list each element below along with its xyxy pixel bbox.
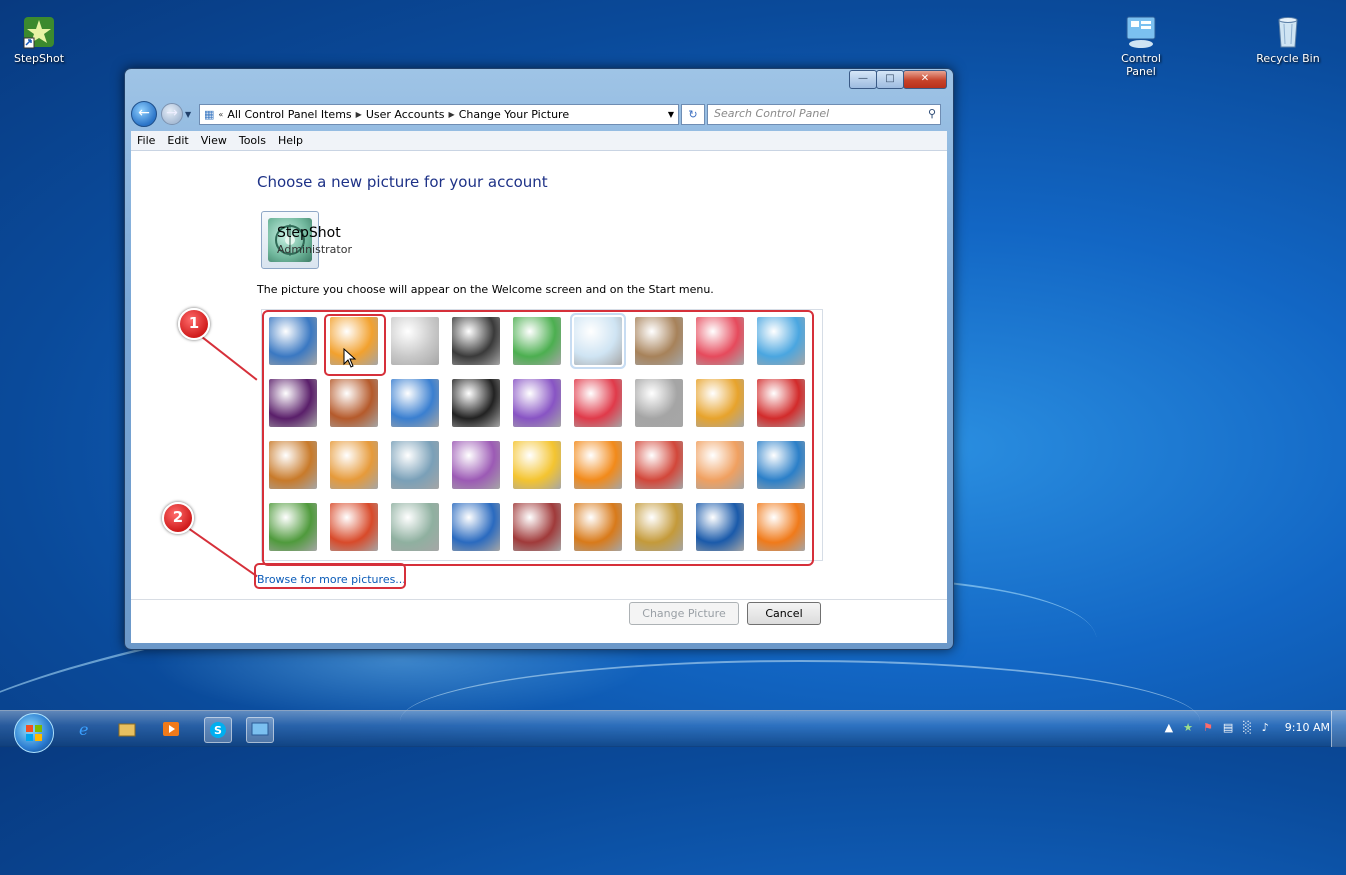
back-button[interactable]: ←	[131, 101, 157, 127]
page-title: Choose a new picture for your account	[257, 173, 548, 191]
menu-help[interactable]: Help	[272, 134, 309, 147]
account-role: Administrator	[277, 243, 352, 256]
picture-description: The picture you choose will appear on th…	[257, 283, 714, 296]
breadcrumb-all-control-panel-items[interactable]: All Control Panel Items	[223, 108, 355, 121]
desktop-icon-stepshot[interactable]: StepShot	[4, 14, 74, 65]
volume-icon[interactable]: ♪	[1262, 721, 1269, 734]
recycle-bin-icon	[1270, 14, 1306, 50]
menu-bar: File Edit View Tools Help	[131, 131, 947, 151]
close-button[interactable]: ✕	[903, 70, 947, 89]
media-player-icon[interactable]	[158, 717, 184, 741]
start-button[interactable]	[14, 713, 54, 753]
desktop-icon-control-panel[interactable]: Control Panel	[1106, 14, 1176, 78]
menu-view[interactable]: View	[195, 134, 233, 147]
control-panel-taskbar-icon[interactable]	[246, 717, 274, 743]
svg-text:e: e	[79, 720, 88, 739]
control-panel-icon: ▦	[204, 108, 215, 121]
change-picture-button[interactable]: Change Picture	[629, 602, 739, 625]
internet-explorer-icon[interactable]: e	[72, 717, 98, 741]
stepshot-icon	[21, 14, 57, 50]
desktop-icon-label: StepShot	[13, 52, 65, 65]
desktop-icon-label: Control Panel	[1121, 52, 1161, 78]
window-controls: — □ ✕	[849, 70, 947, 89]
annotation-marker-2: 2	[162, 502, 194, 534]
footer-divider	[131, 599, 947, 600]
maximize-button[interactable]: □	[876, 70, 904, 89]
clock[interactable]: 9:10 AM	[1285, 721, 1330, 734]
menu-tools[interactable]: Tools	[233, 134, 272, 147]
menu-file[interactable]: File	[131, 134, 161, 147]
show-desktop-button[interactable]	[1331, 711, 1346, 747]
skype-icon[interactable]: S	[204, 717, 232, 743]
system-tray: ▲ ★ ⚑ ▤ ░ ♪ 9:10 AM	[1165, 721, 1330, 734]
desktop-icon-recycle-bin[interactable]: Recycle Bin	[1253, 14, 1323, 65]
annotation-marker-1: 1	[178, 308, 210, 340]
file-explorer-icon[interactable]	[114, 717, 140, 741]
cancel-button[interactable]: Cancel	[747, 602, 821, 625]
signal-icon[interactable]: ░	[1243, 721, 1251, 734]
network-icon[interactable]: ▤	[1223, 721, 1233, 734]
action-center-flag-icon[interactable]: ⚑	[1203, 721, 1213, 734]
control-panel-icon	[1123, 14, 1159, 50]
address-bar[interactable]: ▦ « All Control Panel Items ▶ User Accou…	[199, 104, 679, 125]
annotation-box-browse-link	[254, 563, 406, 589]
windows-logo-icon	[26, 725, 42, 741]
account-name: StepShot	[277, 225, 341, 241]
navigation-bar: ← → ▼ ▦ « All Control Panel Items ▶ User…	[131, 101, 947, 127]
tray-app-icon[interactable]: ★	[1183, 721, 1193, 734]
search-box[interactable]: Search Control Panel ⚲	[707, 104, 941, 125]
taskbar: e S ▲ ★ ⚑ ▤ ░ ♪ 9:10 AM	[0, 710, 1346, 753]
search-input[interactable]: Search Control Panel	[714, 107, 829, 120]
desktop-icon-label: Recycle Bin	[1256, 52, 1320, 65]
breadcrumb-change-your-picture[interactable]: Change Your Picture	[455, 108, 573, 121]
menu-edit[interactable]: Edit	[161, 134, 194, 147]
svg-text:S: S	[214, 724, 222, 737]
minimize-button[interactable]: —	[849, 70, 877, 89]
search-icon[interactable]: ⚲	[928, 107, 936, 120]
refresh-button[interactable]: ↻	[681, 104, 705, 125]
recent-pages-dropdown-icon[interactable]: ▼	[185, 110, 191, 119]
forward-button[interactable]: →	[161, 103, 183, 125]
breadcrumb-user-accounts[interactable]: User Accounts	[362, 108, 449, 121]
show-hidden-icons-icon[interactable]: ▲	[1165, 721, 1173, 734]
address-dropdown-icon[interactable]: ▼	[668, 110, 678, 119]
mouse-cursor-icon	[343, 348, 357, 368]
